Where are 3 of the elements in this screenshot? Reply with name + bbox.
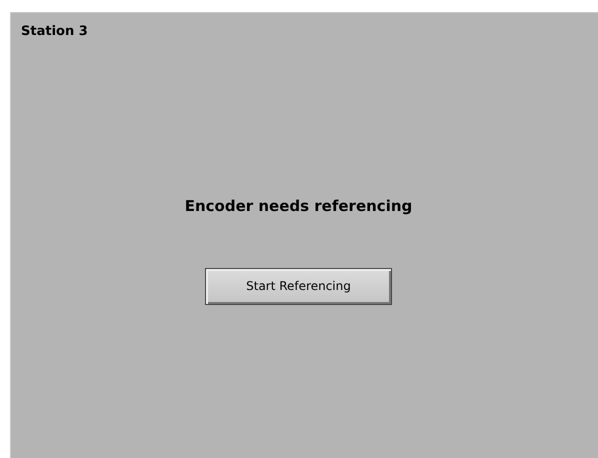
status-message: Encoder needs referencing <box>184 196 412 217</box>
start-referencing-button[interactable]: Start Referencing <box>205 268 392 304</box>
panel-title: Station 3 <box>21 24 88 39</box>
